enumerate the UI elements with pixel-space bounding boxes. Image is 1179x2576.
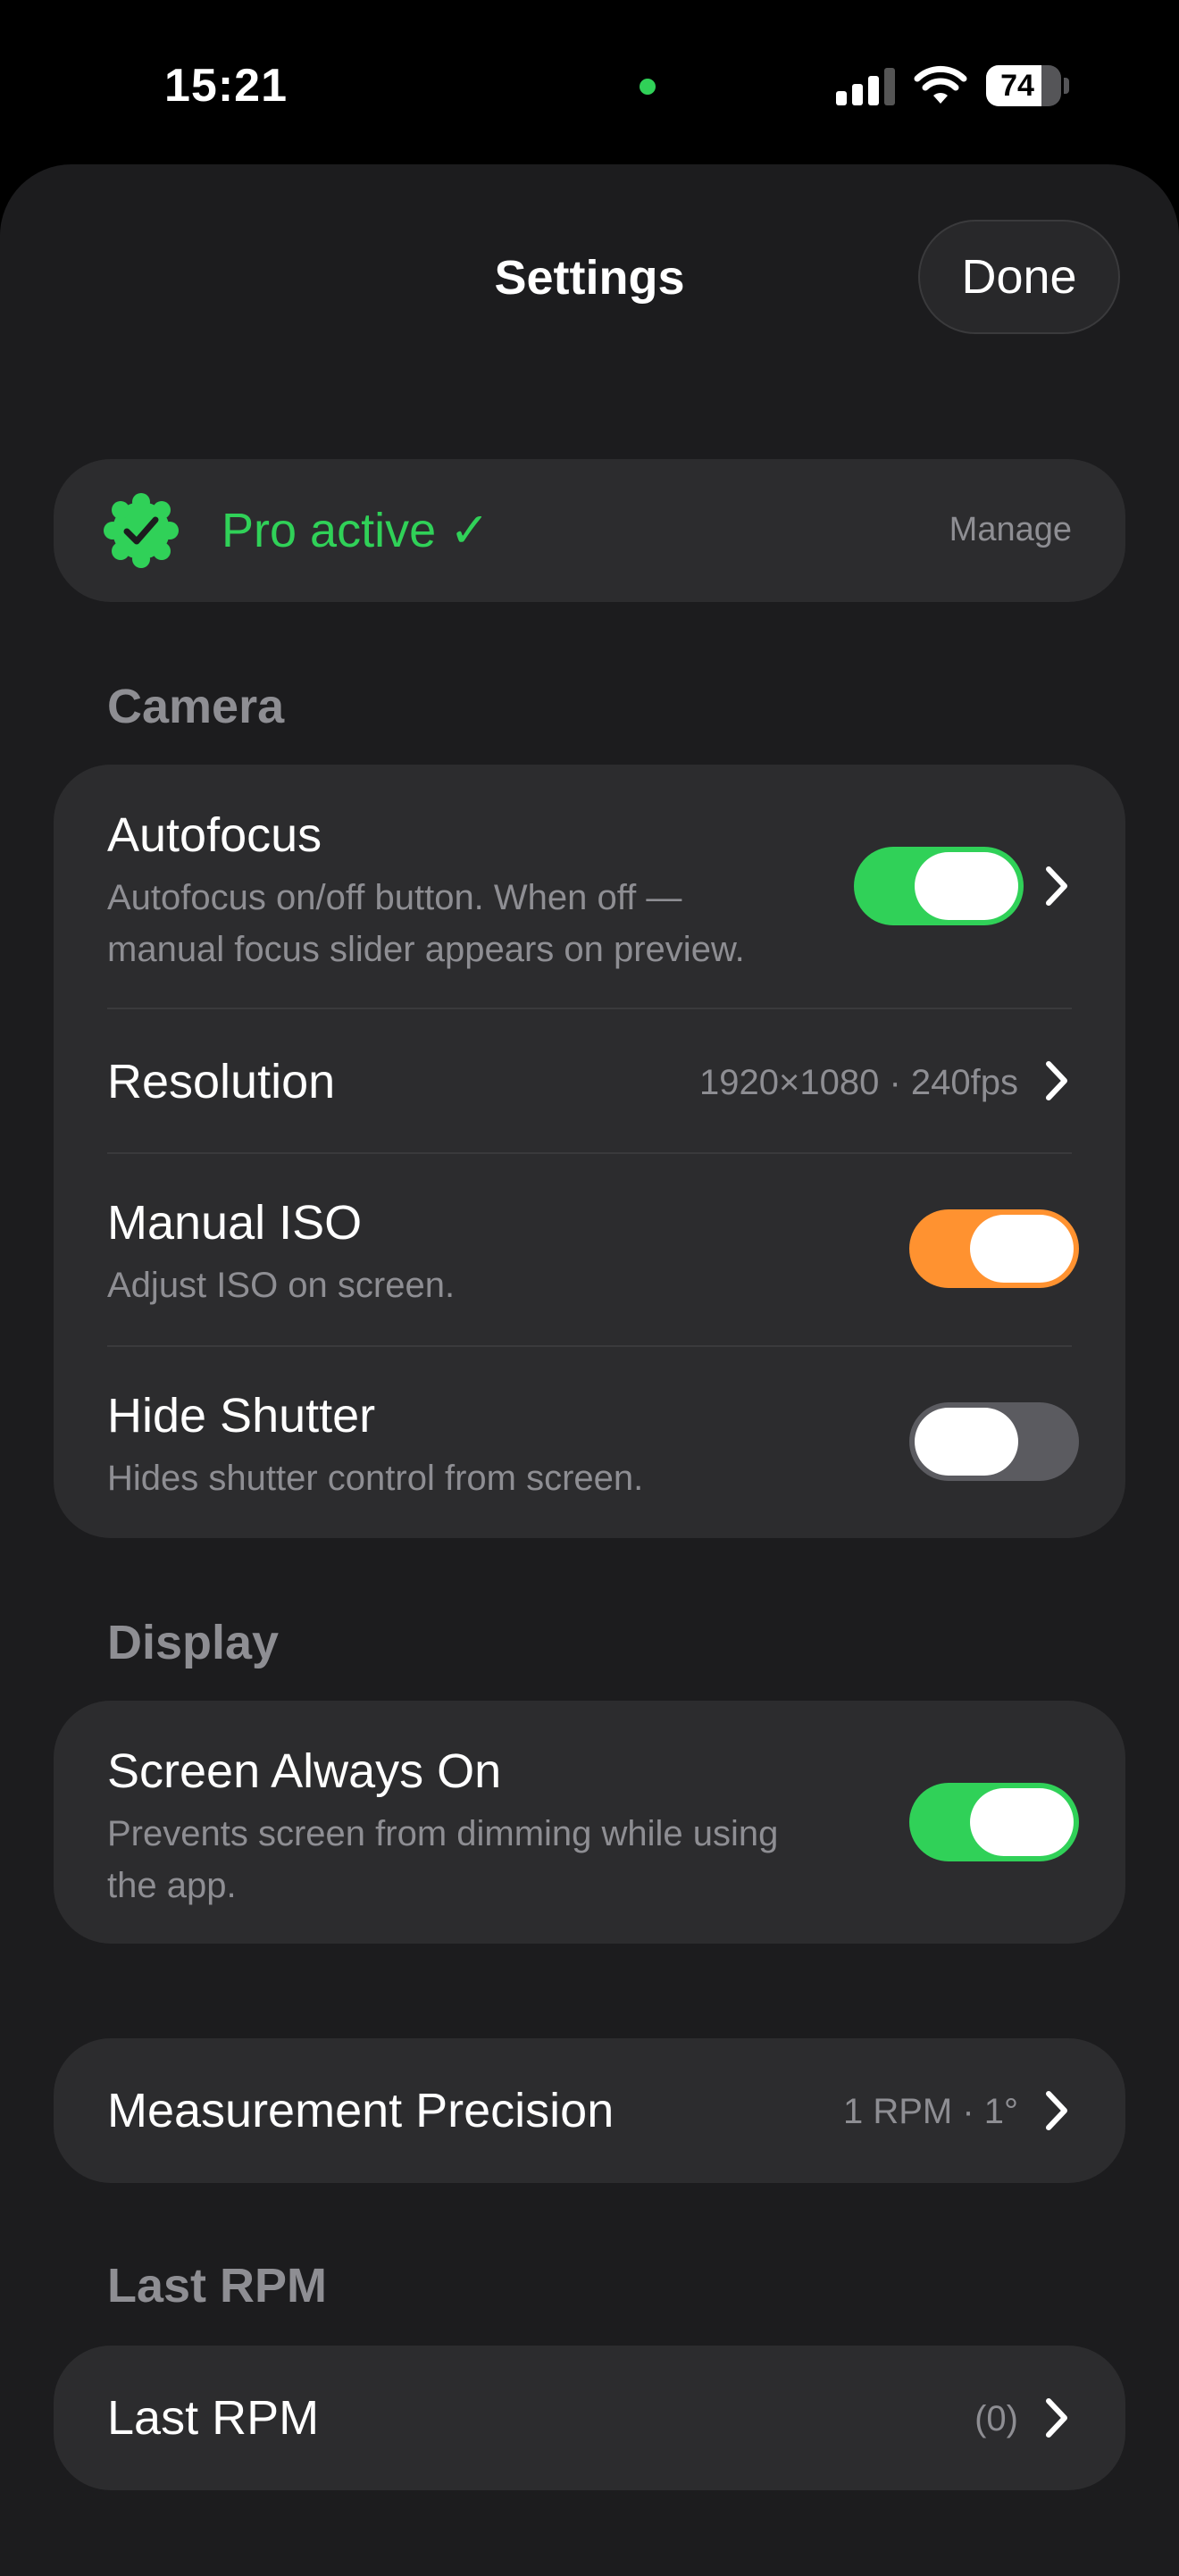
- screen-always-on-subtitle-line2: the app.: [107, 1866, 237, 1905]
- last-rpm-row[interactable]: Last RPM (0): [54, 2346, 1125, 2490]
- verified-badge-icon: [104, 493, 179, 568]
- hide-shutter-subtitle: Hides shutter control from screen.: [107, 1459, 644, 1498]
- screen-always-on-subtitle-line1: Prevents screen from dimming while using: [107, 1814, 779, 1853]
- camera-settings-card: Autofocus Autofocus on/off button. When …: [54, 765, 1125, 1538]
- manual-iso-title: Manual ISO: [107, 1196, 363, 1250]
- status-time: 15:21: [164, 60, 288, 112]
- screen-always-on-toggle[interactable]: [909, 1783, 1079, 1861]
- measurement-precision-row[interactable]: Measurement Precision 1 RPM · 1°: [54, 2038, 1125, 2183]
- manual-iso-row[interactable]: Manual ISO Adjust ISO on screen.: [54, 1154, 1125, 1345]
- battery-level: 74: [1000, 69, 1034, 103]
- autofocus-title: Autofocus: [107, 808, 322, 862]
- chevron-right-icon[interactable]: [1045, 866, 1068, 907]
- hide-shutter-row[interactable]: Hide Shutter Hides shutter control from …: [54, 1347, 1125, 1538]
- last-rpm-title: Last RPM: [107, 2391, 320, 2445]
- pro-status-label: Pro active ✓: [222, 504, 490, 557]
- status-bar: 15:21 74: [0, 0, 1179, 170]
- measurement-precision-value: 1 RPM · 1°: [842, 2092, 1018, 2131]
- manage-subscription-link[interactable]: Manage: [949, 511, 1072, 549]
- wifi-icon: [914, 65, 967, 104]
- section-header-display: Display: [107, 1616, 280, 1669]
- chevron-right-icon[interactable]: [1045, 2397, 1068, 2438]
- resolution-title: Resolution: [107, 1055, 336, 1108]
- display-settings-card: Screen Always On Prevents screen from di…: [54, 1701, 1125, 1944]
- settings-sheet: Settings Done Pro active ✓ Manage Camera…: [0, 164, 1179, 2576]
- screen-always-on-title: Screen Always On: [107, 1744, 502, 1798]
- autofocus-subtitle-line1: Autofocus on/off button. When off —: [107, 878, 682, 917]
- autofocus-toggle[interactable]: [854, 847, 1024, 925]
- cellular-signal-icon: [836, 66, 895, 105]
- camera-in-use-indicator: [640, 79, 656, 95]
- autofocus-subtitle-line2: manual focus slider appears on preview.: [107, 930, 745, 969]
- pro-status-card[interactable]: Pro active ✓ Manage: [54, 459, 1125, 602]
- manual-iso-toggle[interactable]: [909, 1209, 1079, 1288]
- screen-always-on-row[interactable]: Screen Always On Prevents screen from di…: [54, 1701, 1125, 1944]
- manual-iso-subtitle: Adjust ISO on screen.: [107, 1266, 456, 1305]
- section-header-last-rpm: Last RPM: [107, 2259, 328, 2313]
- chevron-right-icon[interactable]: [1045, 1060, 1068, 1101]
- autofocus-row[interactable]: Autofocus Autofocus on/off button. When …: [54, 765, 1125, 1008]
- done-button[interactable]: Done: [918, 220, 1120, 334]
- section-header-camera: Camera: [107, 680, 285, 733]
- resolution-value: 1920×1080 · 240fps: [699, 1063, 1018, 1102]
- last-rpm-count: (0): [974, 2399, 1018, 2438]
- chevron-right-icon[interactable]: [1045, 2090, 1068, 2131]
- battery-tip: [1064, 78, 1069, 94]
- hide-shutter-toggle[interactable]: [909, 1402, 1079, 1481]
- hide-shutter-title: Hide Shutter: [107, 1389, 376, 1443]
- resolution-row[interactable]: Resolution 1920×1080 · 240fps: [54, 1009, 1125, 1152]
- measurement-precision-title: Measurement Precision: [107, 2084, 615, 2137]
- battery-icon: 74: [986, 65, 1061, 106]
